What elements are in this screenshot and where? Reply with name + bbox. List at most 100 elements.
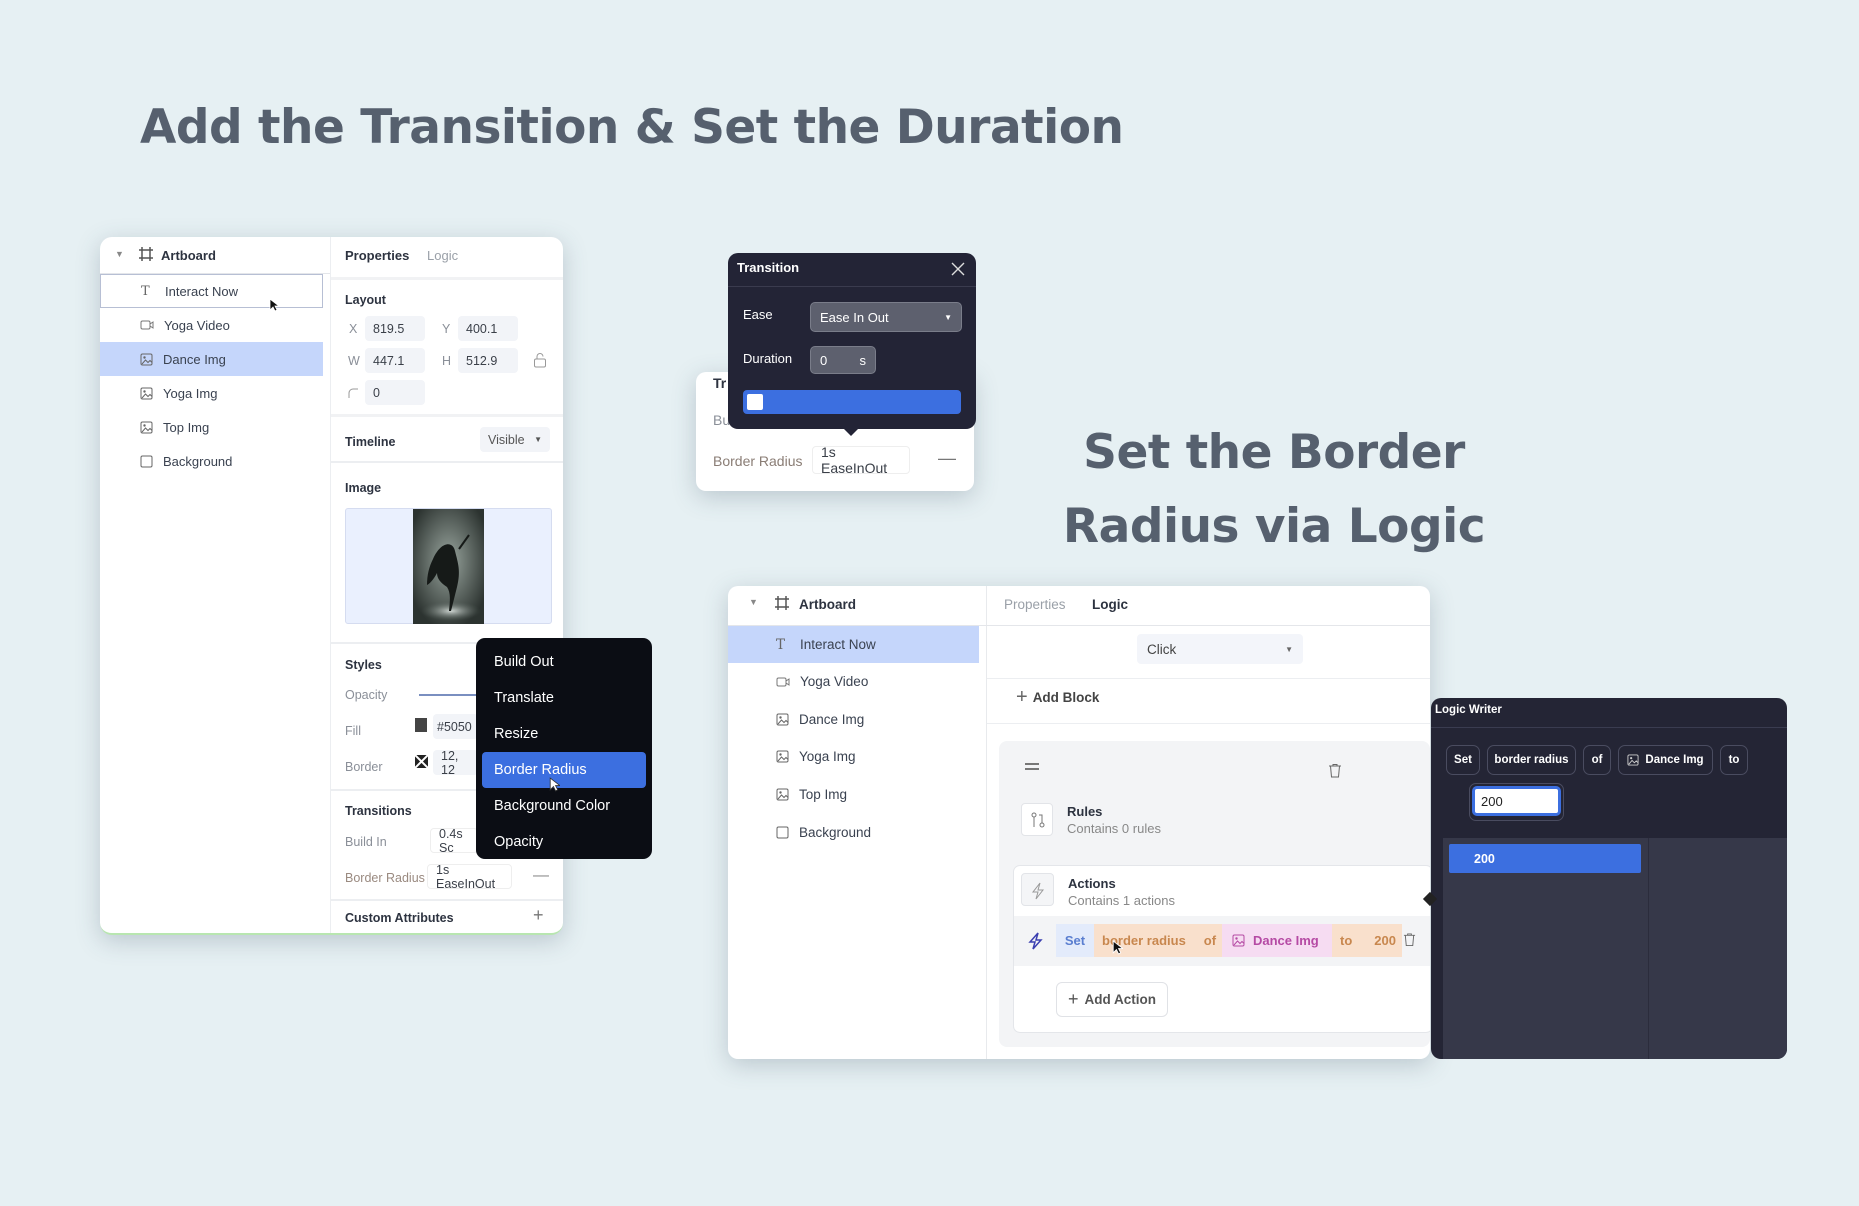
collapse-caret-icon[interactable]: ▼ <box>115 249 124 259</box>
layer-item-yoga-video[interactable]: Yoga Video <box>100 308 323 342</box>
width-input[interactable]: 447.1 <box>365 348 425 373</box>
slider-handle[interactable] <box>747 394 763 410</box>
transition-type-menu: Build Out Translate Resize Border Radius… <box>476 638 652 859</box>
border-radius-label: Border Radius <box>713 453 803 469</box>
menu-item-resize[interactable]: Resize <box>482 716 646 752</box>
ease-select[interactable]: Ease In Out ▼ <box>810 302 962 332</box>
remove-transition-button[interactable]: — <box>938 448 956 469</box>
duration-input[interactable]: 0s <box>810 346 876 374</box>
layer-item-background[interactable]: Background <box>728 814 979 851</box>
artboard-icon <box>775 596 789 610</box>
action-target[interactable]: Dance Img <box>1222 924 1332 957</box>
mouse-cursor-icon <box>549 777 560 792</box>
menu-item-translate[interactable]: Translate <box>482 680 646 716</box>
chip-property[interactable]: border radius <box>1487 745 1576 775</box>
tab-properties[interactable]: Properties <box>345 248 409 263</box>
layer-item-top-img[interactable]: Top Img <box>100 410 323 444</box>
layer-item-interact-now[interactable]: T Interact Now <box>100 274 323 308</box>
suggestion-list: 200 <box>1443 838 1787 1059</box>
duration-slider[interactable] <box>743 390 961 414</box>
y-input[interactable]: 400.1 <box>458 316 518 341</box>
add-block-button[interactable]: + Add Block <box>1016 686 1099 709</box>
border-style-icon[interactable] <box>415 755 428 768</box>
image-icon <box>776 713 789 726</box>
action-row[interactable]: Set border radius of Dance Img to 200 <box>1014 916 1430 966</box>
menu-item-border-radius[interactable]: Border Radius <box>482 752 646 788</box>
close-icon[interactable] <box>950 261 966 277</box>
border-input[interactable]: 12, 12 <box>433 750 478 775</box>
popup-pointer <box>843 428 859 436</box>
opacity-slider[interactable] <box>419 694 479 696</box>
drag-handle-icon[interactable] <box>1025 763 1039 765</box>
action-verb[interactable]: Set <box>1056 924 1094 957</box>
build-in-transition[interactable]: 0.4s Sc <box>430 828 478 853</box>
border-radius-transition[interactable]: 1s EaseInOut <box>427 863 512 891</box>
chevron-down-icon: ▼ <box>1285 644 1293 654</box>
menu-item-build-out[interactable]: Build Out <box>482 644 646 680</box>
x-label: X <box>349 322 358 336</box>
chip-to[interactable]: to <box>1720 745 1748 775</box>
rules-icon <box>1021 803 1053 836</box>
image-icon <box>776 750 789 763</box>
chip-target[interactable]: Dance Img <box>1618 745 1713 775</box>
transitions-title: Tr <box>713 375 727 391</box>
tab-logic[interactable]: Logic <box>427 248 458 263</box>
trash-icon[interactable] <box>1403 932 1416 947</box>
border-radius-transition[interactable]: 1s EaseInOut <box>812 444 910 476</box>
trigger-select[interactable]: Click ▼ <box>1137 634 1303 664</box>
artboard-label: Artboard <box>799 597 856 612</box>
popup-title: Transition <box>737 260 800 275</box>
logic-block: Rules Contains 0 rules Actions Contains … <box>999 741 1430 1047</box>
add-attribute-button[interactable]: + <box>533 905 544 926</box>
plus-icon: + <box>1067 989 1079 1009</box>
lightning-icon <box>1021 873 1054 906</box>
section-layout: Layout <box>345 293 386 307</box>
layer-item-interact-now[interactable]: T Interact Now <box>728 626 979 663</box>
tab-logic[interactable]: Logic <box>1092 597 1128 612</box>
headline-logic-line1: Set the Border <box>1083 425 1465 480</box>
add-action-button[interactable]: + Add Action <box>1056 982 1168 1017</box>
suggestion-item[interactable]: 200 <box>1449 844 1641 873</box>
layer-item-top-img[interactable]: Top Img <box>728 776 979 813</box>
chip-of[interactable]: of <box>1583 745 1611 775</box>
layer-item-yoga-img[interactable]: Yoga Img <box>728 738 979 775</box>
text-icon: T <box>776 636 786 653</box>
menu-item-opacity[interactable]: Opacity <box>482 824 646 860</box>
timeline-select[interactable]: Visible ▼ <box>480 427 550 452</box>
image-icon <box>140 353 153 365</box>
actions-subtitle: Contains 1 actions <box>1068 893 1175 908</box>
x-input[interactable]: 819.5 <box>365 316 425 341</box>
layer-item-yoga-img[interactable]: Yoga Img <box>100 376 323 410</box>
remove-transition-button[interactable]: — <box>533 867 549 885</box>
unlock-icon[interactable] <box>533 352 547 368</box>
section-custom-attributes: Custom Attributes <box>345 911 454 925</box>
menu-item-background-color[interactable]: Background Color <box>482 788 646 824</box>
layer-item-dance-img[interactable]: Dance Img <box>100 342 323 376</box>
layer-item-dance-img[interactable]: Dance Img <box>728 701 979 738</box>
layer-item-yoga-video[interactable]: Yoga Video <box>728 663 979 700</box>
trash-icon[interactable] <box>1328 763 1342 778</box>
rules-title: Rules <box>1067 804 1103 819</box>
artboard-label: Artboard <box>161 248 216 263</box>
chip-set[interactable]: Set <box>1446 745 1480 775</box>
radius-input[interactable]: 0 <box>365 380 425 405</box>
image-icon <box>140 387 153 399</box>
border-radius-label: Border Radius <box>345 871 425 885</box>
corner-radius-icon <box>348 388 358 398</box>
fill-swatch-icon[interactable] <box>415 718 427 732</box>
image-preview[interactable] <box>345 508 552 624</box>
height-input[interactable]: 512.9 <box>458 348 518 373</box>
lightning-icon <box>1028 932 1043 950</box>
dance-photo <box>413 509 484 624</box>
collapse-caret-icon[interactable]: ▼ <box>749 597 758 607</box>
chevron-down-icon: ▼ <box>944 312 952 322</box>
section-image: Image <box>345 481 382 495</box>
fill-input[interactable]: #5050 <box>433 714 478 739</box>
tab-properties[interactable]: Properties <box>1004 597 1066 612</box>
action-value[interactable]: to 200 <box>1332 924 1402 957</box>
value-input[interactable]: 200 <box>1472 786 1561 816</box>
headline-logic-line2: Radius via Logic <box>1062 499 1486 554</box>
layer-item-background[interactable]: Background <box>100 444 323 478</box>
rules-subtitle: Contains 0 rules <box>1067 821 1161 836</box>
image-icon <box>776 788 789 801</box>
